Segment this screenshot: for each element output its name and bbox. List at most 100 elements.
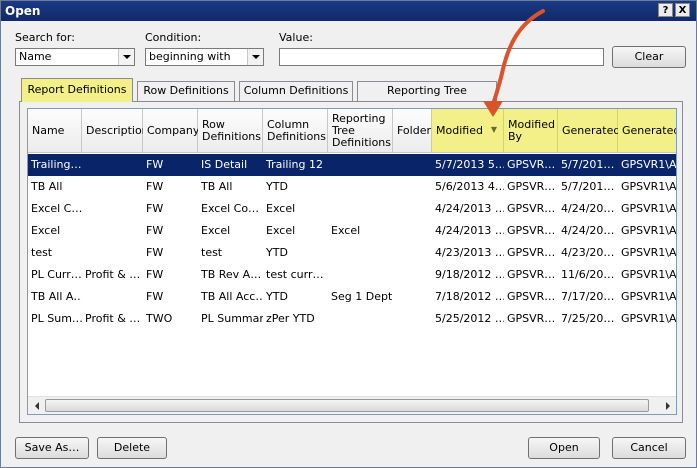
cell-company: TWO — [146, 312, 173, 325]
cell-name: PL Sum… — [31, 312, 82, 325]
chevron-down-icon[interactable] — [118, 49, 134, 65]
table-row[interactable]: TB All FW TB All YTD 5/6/2013 4… GPSVR… 5/7/20… — [28, 176, 677, 198]
cell-name: Excel C… — [31, 202, 82, 215]
value-label: Value: — [279, 31, 313, 44]
cell-modified: 7/18/2012 … — [435, 290, 504, 303]
tab-report-definitions[interactable]: Report Definitions — [21, 78, 133, 102]
cell-modified: 4/24/2013 … — [435, 202, 504, 215]
condition-value: beginning with — [149, 50, 231, 63]
cell-folder — [393, 198, 432, 220]
cell-modified: 4/24/2013 … — [435, 224, 504, 237]
cell-modified: 4/23/2013 … — [435, 246, 504, 259]
table-row[interactable]: test FW test YTD 4/23/2013 … GPSVR… 4/23/20… GP… — [28, 242, 677, 264]
table-row[interactable]: Trailing… FW IS Detail Trailing 12 5/7/2013 … — [28, 154, 677, 176]
cell-reporting-tree-definitions — [328, 198, 393, 220]
cell-row-definitions: IS Detail — [201, 158, 248, 171]
cell-name: TB All — [31, 180, 63, 193]
cell-column-definitions: test curr… — [266, 268, 324, 281]
cell-company: FW — [146, 180, 164, 193]
cell-generated: 4/24/20… — [561, 202, 615, 215]
cell-row-definitions: Excel — [201, 224, 231, 237]
table-row[interactable]: PL Curr… Profit & … FW TB Rev A… test curr… 9… — [28, 264, 676, 286]
cell-reporting-tree-definitions — [328, 154, 393, 176]
close-button[interactable]: X — [675, 3, 690, 17]
cell-reporting-tree-definitions: Excel — [331, 224, 361, 237]
cell-description — [82, 198, 143, 220]
cell-reporting-tree-definitions: Seg 1 Dept — [331, 290, 393, 303]
cell-company: FW — [146, 224, 164, 237]
clear-button[interactable]: Clear — [612, 46, 686, 68]
cell-company: FW — [146, 202, 164, 215]
cell-column-definitions: Trailing 12 — [266, 158, 323, 171]
search-for-value: Name — [19, 50, 52, 63]
column-header-folder[interactable]: Folder — [393, 109, 432, 153]
table-row[interactable]: PL Sum…Profit & … TWO PL SummaryzPer YTD 5/… — [28, 308, 677, 330]
cell-generated: 7/17/20… — [561, 290, 615, 303]
delete-button[interactable]: Delete — [97, 437, 167, 459]
column-header-name[interactable]: Name — [28, 109, 82, 153]
cancel-button[interactable]: Cancel — [612, 437, 686, 459]
cell-modified-by: GPSVR… — [507, 246, 556, 259]
cell-column-definitions: YTD — [266, 290, 288, 303]
cell-generated: 7/25/20… — [561, 312, 615, 325]
table-row[interactable]: Excel C… FW Excel Co… Excel 4/24/2013 … GPSVR… — [28, 198, 677, 220]
scrollbar-thumb[interactable] — [45, 399, 649, 412]
cell-generated-by: GPSVR1\Ad — [621, 312, 677, 325]
column-header-generated-by[interactable]: Generated — [618, 109, 676, 153]
cell-folder — [393, 242, 432, 264]
cell-generated: 5/7/201… — [561, 180, 615, 193]
scroll-left-icon[interactable] — [28, 397, 45, 414]
cell-reporting-tree-definitions — [328, 242, 393, 264]
column-header-column-definitions[interactable]: Column Definitions — [263, 109, 328, 153]
column-header-reporting-tree-definitions[interactable]: Reporting Tree Definitions — [328, 109, 393, 153]
column-header-row-definitions[interactable]: Row Definitions — [198, 109, 263, 153]
column-header-description[interactable]: Description — [82, 109, 149, 153]
cell-modified-by: GPSVR… — [507, 224, 556, 237]
cell-description: Profit & … — [85, 268, 141, 281]
cell-modified-by: GPSVR… — [507, 180, 556, 193]
cell-folder — [393, 176, 432, 198]
tab-row-definitions[interactable]: Row Definitions — [137, 81, 235, 101]
cell-name: Excel — [31, 224, 61, 237]
cell-generated: 11/6/20… — [561, 268, 615, 281]
cell-folder — [393, 154, 432, 176]
cell-name: PL Curr… — [31, 268, 82, 281]
cell-folder — [393, 286, 432, 308]
help-button[interactable]: ? — [658, 3, 673, 17]
column-header-company[interactable]: Company — [143, 109, 199, 153]
cell-generated-by: GPSVR1\Ad — [621, 246, 677, 259]
cell-name: TB All A… — [31, 290, 82, 303]
cell-column-definitions: Excel — [266, 224, 296, 237]
column-header-modified-label: Modified — [436, 123, 483, 137]
cell-generated-by: GPSVR1\Ad — [621, 180, 677, 193]
horizontal-scrollbar[interactable] — [28, 396, 676, 414]
search-for-select[interactable]: Name — [15, 48, 135, 66]
tab-column-definitions[interactable]: Column Definitions — [239, 81, 353, 101]
cell-company: FW — [146, 290, 164, 303]
column-header-generated[interactable]: Generated — [558, 109, 620, 153]
cell-modified: 5/7/2013 5… — [435, 158, 504, 171]
tab-reporting-tree-definitions[interactable]: Reporting Tree Definitions — [357, 81, 497, 115]
chevron-down-icon[interactable] — [247, 49, 263, 65]
annotation-arrow — [483, 9, 545, 117]
save-as-button[interactable]: Save As… — [15, 437, 89, 459]
condition-select[interactable]: beginning with — [145, 48, 264, 66]
table-row[interactable]: TB All A… FW TB All Acc… YTD Seg 1 Dept 7/18/… — [28, 286, 676, 308]
cell-generated-by: GPSVR1\Ad — [621, 202, 677, 215]
table-row[interactable]: Excel FW Excel Excel Excel 4/24/2013 … GPSVR… 4… — [28, 220, 677, 242]
cell-description — [82, 154, 143, 176]
cell-row-definitions: TB All Acc… — [201, 290, 263, 303]
open-dialog: Open ? X Search for: Name Condition: beg… — [0, 0, 697, 468]
cell-row-definitions: TB Rev A… — [201, 268, 262, 281]
scroll-right-icon[interactable] — [659, 397, 676, 414]
open-button[interactable]: Open — [528, 437, 600, 459]
cell-generated-by: GPSVR1\Ad — [621, 158, 677, 171]
cell-generated-by: GPSVR1\Ad — [621, 224, 677, 237]
report-grid[interactable]: Name Description Company Row Definitions… — [27, 108, 677, 415]
cell-folder — [393, 220, 432, 242]
cell-modified-by: GPSVR… — [507, 202, 556, 215]
cell-modified: 5/25/2012 … — [435, 312, 504, 325]
value-input[interactable] — [279, 48, 604, 66]
cell-description — [82, 242, 143, 264]
cell-row-definitions: Excel Co… — [201, 202, 260, 215]
